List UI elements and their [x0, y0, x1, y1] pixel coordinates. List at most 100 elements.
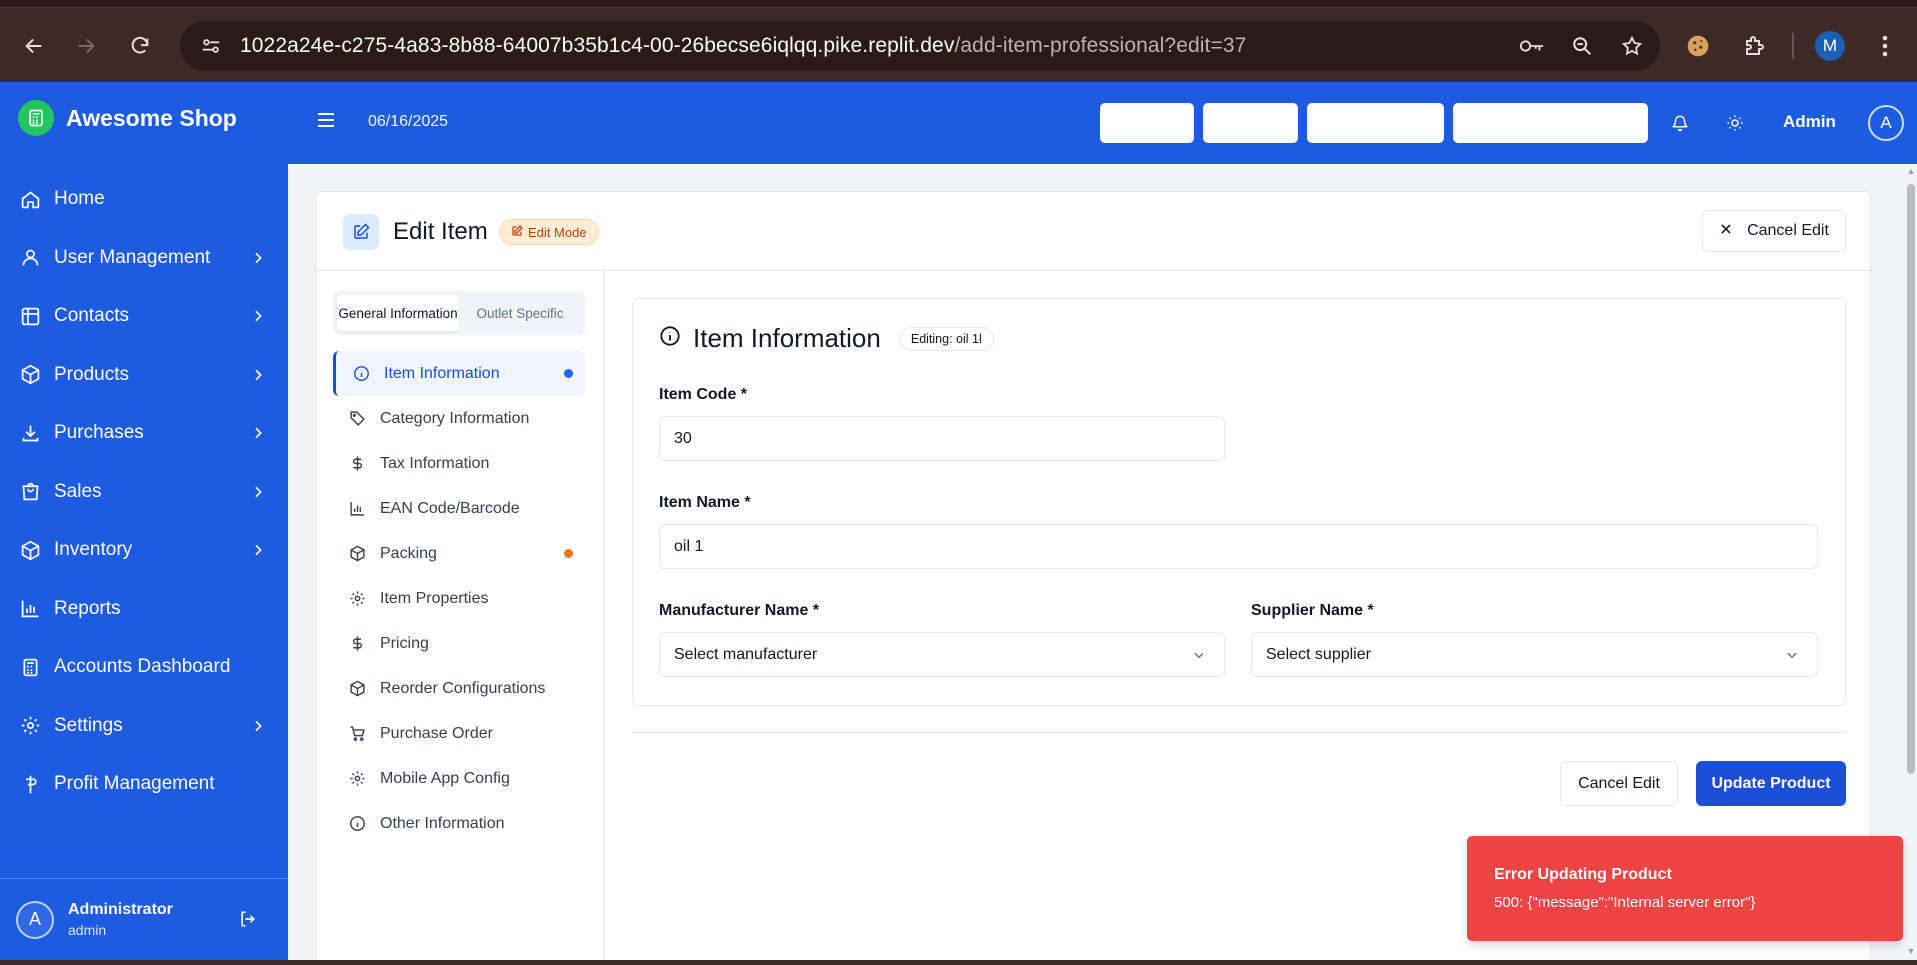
- section-label: Packing: [380, 544, 437, 562]
- top-user-name[interactable]: Admin: [1783, 112, 1836, 132]
- reload-button[interactable]: [122, 28, 158, 64]
- section-label: Other Information: [380, 814, 505, 832]
- section-label: Tax Information: [380, 454, 490, 472]
- menu-toggle-icon[interactable]: [318, 110, 338, 132]
- item-name-input[interactable]: oil 1: [659, 524, 1818, 569]
- bell-icon[interactable]: [1668, 111, 1692, 135]
- section-item-information[interactable]: Item Information: [333, 351, 585, 396]
- password-key-icon[interactable]: [1518, 32, 1546, 60]
- section-label: Item Properties: [380, 589, 489, 607]
- tag-icon: [347, 409, 367, 429]
- browser-menu-icon[interactable]: [1870, 28, 1900, 64]
- section-purchase-order[interactable]: Purchase Order: [333, 711, 585, 756]
- edit-mode-label: Edit Mode: [528, 224, 587, 240]
- sidebar-user-footer: A Administrator admin: [0, 878, 288, 960]
- supplier-select[interactable]: Select supplier: [1251, 632, 1818, 677]
- cancel-edit-button-top[interactable]: Cancel Edit: [1702, 210, 1846, 252]
- zoom-icon[interactable]: [1568, 32, 1596, 60]
- card-header: Edit Item Edit Mode Cancel Edit: [316, 192, 1872, 271]
- window-bottom-edge: [0, 960, 1917, 965]
- status-dot: [564, 369, 573, 378]
- section-label: Category Information: [380, 409, 530, 427]
- top-bar: 06/16/2025 Admin A: [288, 82, 1917, 164]
- toast-message: 500: {"message":"Internal server error"}: [1494, 894, 1756, 911]
- sidebar-item-sales[interactable]: Sales: [0, 463, 288, 522]
- forward-button[interactable]: [68, 28, 104, 64]
- gear-icon: [18, 714, 42, 738]
- section-packing[interactable]: Packing: [333, 531, 585, 576]
- current-date: 06/16/2025: [368, 113, 449, 130]
- top-action-button-4[interactable]: [1453, 103, 1648, 143]
- profile-avatar[interactable]: M: [1815, 31, 1845, 61]
- sidebar-item-profit-management[interactable]: Profit Management: [0, 755, 288, 814]
- section-mobile-app-config[interactable]: Mobile App Config: [333, 756, 585, 801]
- sidebar-item-label: Products: [54, 363, 129, 385]
- brand[interactable]: Awesome Shop: [18, 100, 237, 136]
- sidebar-item-purchases[interactable]: Purchases: [0, 404, 288, 463]
- cookie-extension-icon[interactable]: [1680, 28, 1716, 64]
- sidebar-item-settings[interactable]: Settings: [0, 697, 288, 756]
- theme-toggle-sun-icon[interactable]: [1723, 111, 1747, 135]
- avatar[interactable]: A: [16, 900, 54, 939]
- section-navigation: General Information Outlet Specific Item…: [316, 271, 604, 965]
- site-settings-icon[interactable]: [188, 23, 234, 69]
- back-button[interactable]: [16, 28, 52, 64]
- item-code-input[interactable]: 30: [659, 416, 1225, 461]
- info-icon: [351, 364, 371, 384]
- top-action-button-1[interactable]: [1100, 103, 1194, 143]
- section-ean-code-barcode[interactable]: EAN Code/Barcode: [333, 486, 585, 531]
- brand-name: Awesome Shop: [66, 104, 237, 131]
- manufacturer-select[interactable]: Select manufacturer: [659, 632, 1225, 677]
- page-scrollbar[interactable]: ▲ ▼: [1905, 164, 1917, 960]
- sidebar-item-products[interactable]: Products: [0, 346, 288, 405]
- error-toast[interactable]: Error Updating Product 500: {"message":"…: [1467, 836, 1903, 941]
- chevron-right-icon: [248, 306, 268, 326]
- sidebar-item-contacts[interactable]: Contacts: [0, 287, 288, 346]
- sidebar-user-role: admin: [68, 922, 107, 938]
- section-item-properties[interactable]: Item Properties: [333, 576, 585, 621]
- section-pricing[interactable]: Pricing: [333, 621, 585, 666]
- supplier-placeholder: Select supplier: [1266, 645, 1371, 663]
- extensions-puzzle-icon[interactable]: [1736, 28, 1772, 64]
- address-bar[interactable]: 1022a24e-c275-4a83-8b88-64007b35b1c4-00-…: [180, 21, 1660, 71]
- section-label: Mobile App Config: [380, 769, 510, 787]
- avatar[interactable]: A: [1868, 105, 1904, 141]
- info-icon: [347, 814, 367, 834]
- box-icon: [18, 538, 42, 562]
- tab-general-information[interactable]: General Information: [337, 295, 459, 331]
- sidebar-item-user-management[interactable]: User Management: [0, 229, 288, 288]
- sidebar-item-inventory[interactable]: Inventory: [0, 521, 288, 580]
- tab-outlet-specific[interactable]: Outlet Specific: [459, 295, 581, 331]
- manufacturer-placeholder: Select manufacturer: [674, 645, 818, 663]
- tab-strip: [0, 0, 1917, 8]
- item-code-value: 30: [674, 429, 692, 447]
- status-dot: [564, 549, 573, 558]
- cart-icon: [347, 724, 367, 744]
- section-label: Pricing: [380, 634, 429, 652]
- item-name-label: Item Name *: [659, 494, 751, 511]
- cancel-edit-button[interactable]: Cancel Edit: [1560, 761, 1678, 806]
- section-tax-information[interactable]: Tax Information: [333, 441, 585, 486]
- scroll-down-arrow-icon[interactable]: ▼: [1906, 946, 1916, 956]
- home-icon: [18, 187, 42, 211]
- divider: [632, 732, 1846, 733]
- bookmark-star-icon[interactable]: [1618, 32, 1646, 60]
- sidebar-item-reports[interactable]: Reports: [0, 580, 288, 639]
- sidebar-item-label: Home: [54, 188, 105, 210]
- scroll-up-arrow-icon[interactable]: ▲: [1906, 166, 1916, 176]
- logout-icon[interactable]: [236, 907, 260, 931]
- sidebar-item-home[interactable]: Home: [0, 170, 288, 229]
- sidebar-item-label: User Management: [54, 246, 211, 268]
- dollar-icon: [347, 454, 367, 474]
- sidebar-item-accounts-dashboard[interactable]: Accounts Dashboard: [0, 638, 288, 697]
- section-other-information[interactable]: Other Information: [333, 801, 585, 846]
- chevron-right-icon: [248, 540, 268, 560]
- update-product-button[interactable]: Update Product: [1696, 761, 1846, 806]
- top-action-button-2[interactable]: [1203, 103, 1298, 143]
- section-reorder-configurations[interactable]: Reorder Configurations: [333, 666, 585, 711]
- top-action-button-3[interactable]: [1307, 103, 1444, 143]
- box-icon: [18, 363, 42, 387]
- scroll-thumb[interactable]: [1907, 184, 1915, 774]
- section-label: EAN Code/Barcode: [380, 499, 520, 517]
- section-category-information[interactable]: Category Information: [333, 396, 585, 441]
